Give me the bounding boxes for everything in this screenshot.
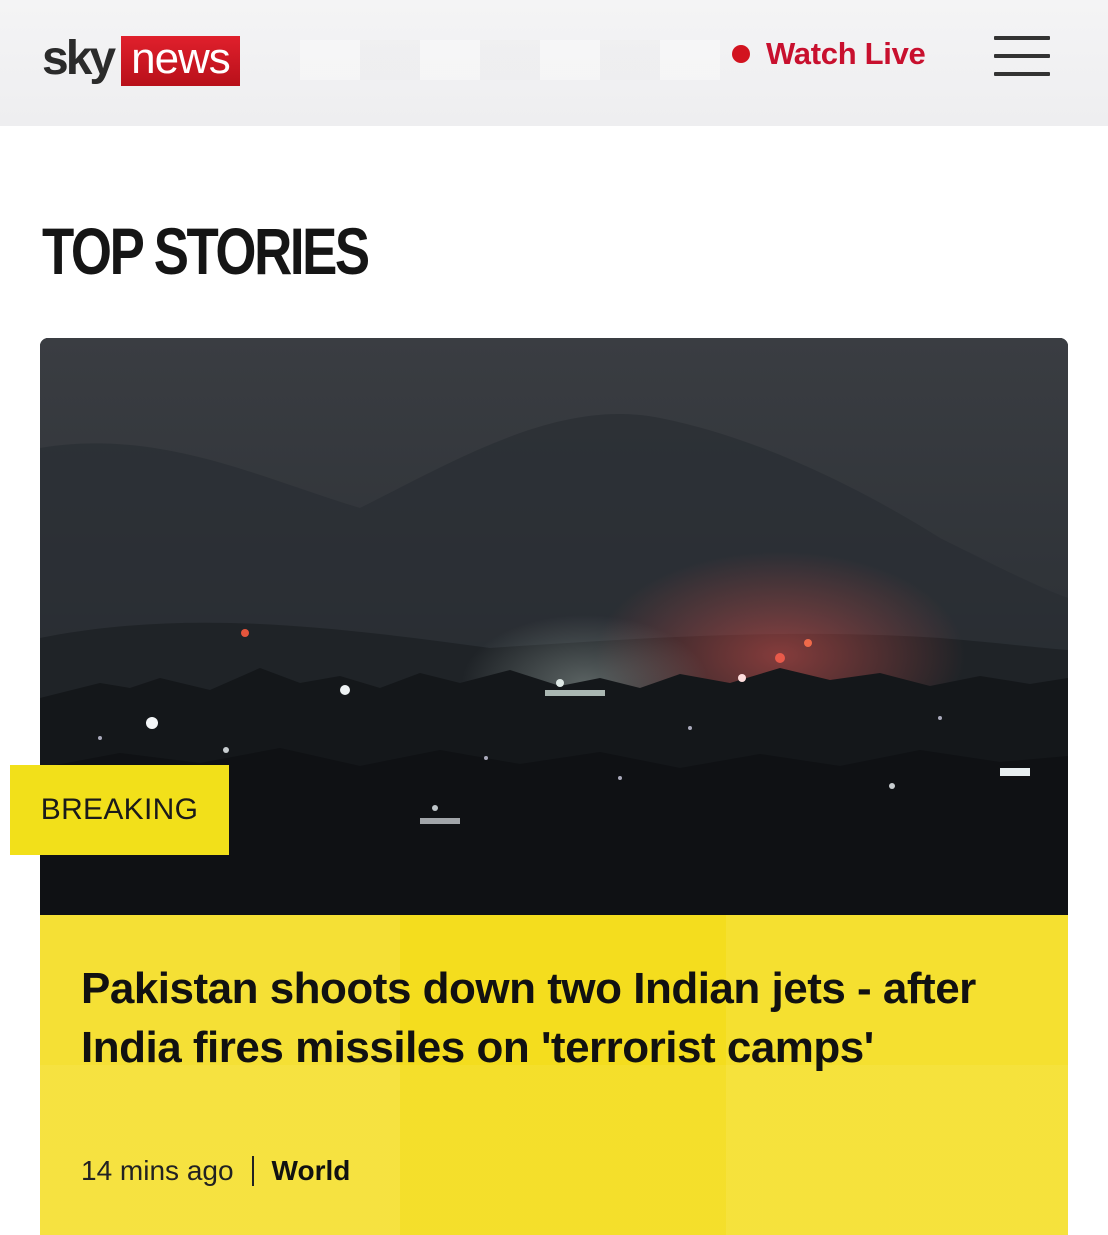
hamburger-menu-icon[interactable] bbox=[994, 36, 1050, 76]
story-body[interactable]: Pakistan shoots down two Indian jets - a… bbox=[40, 915, 1068, 1235]
breaking-badge: BREAKING bbox=[10, 765, 229, 855]
breaking-badge-label: BREAKING bbox=[40, 793, 199, 826]
logo-sky-text: sky bbox=[42, 32, 116, 85]
story-timestamp: 14 mins ago bbox=[81, 1155, 234, 1186]
meta-separator bbox=[251, 1156, 254, 1186]
logo-news-text: news bbox=[121, 36, 240, 86]
header-background-pattern bbox=[300, 40, 720, 80]
watch-live-label: Watch Live bbox=[766, 36, 926, 71]
watch-live-link[interactable]: Watch Live bbox=[732, 34, 926, 74]
menu-bar-middle bbox=[994, 54, 1050, 58]
story-category-link[interactable]: World bbox=[272, 1155, 351, 1187]
live-dot-icon bbox=[732, 45, 750, 63]
section-title: TOP STORIES bbox=[42, 214, 370, 288]
story-meta: 14 mins ago World bbox=[81, 1155, 350, 1187]
menu-bar-bottom bbox=[994, 72, 1050, 76]
story-headline[interactable]: Pakistan shoots down two Indian jets - a… bbox=[81, 959, 1041, 1077]
site-header: sky news Watch Live bbox=[0, 0, 1108, 126]
sky-news-logo[interactable]: sky news bbox=[42, 35, 240, 87]
menu-bar-top bbox=[994, 36, 1050, 40]
